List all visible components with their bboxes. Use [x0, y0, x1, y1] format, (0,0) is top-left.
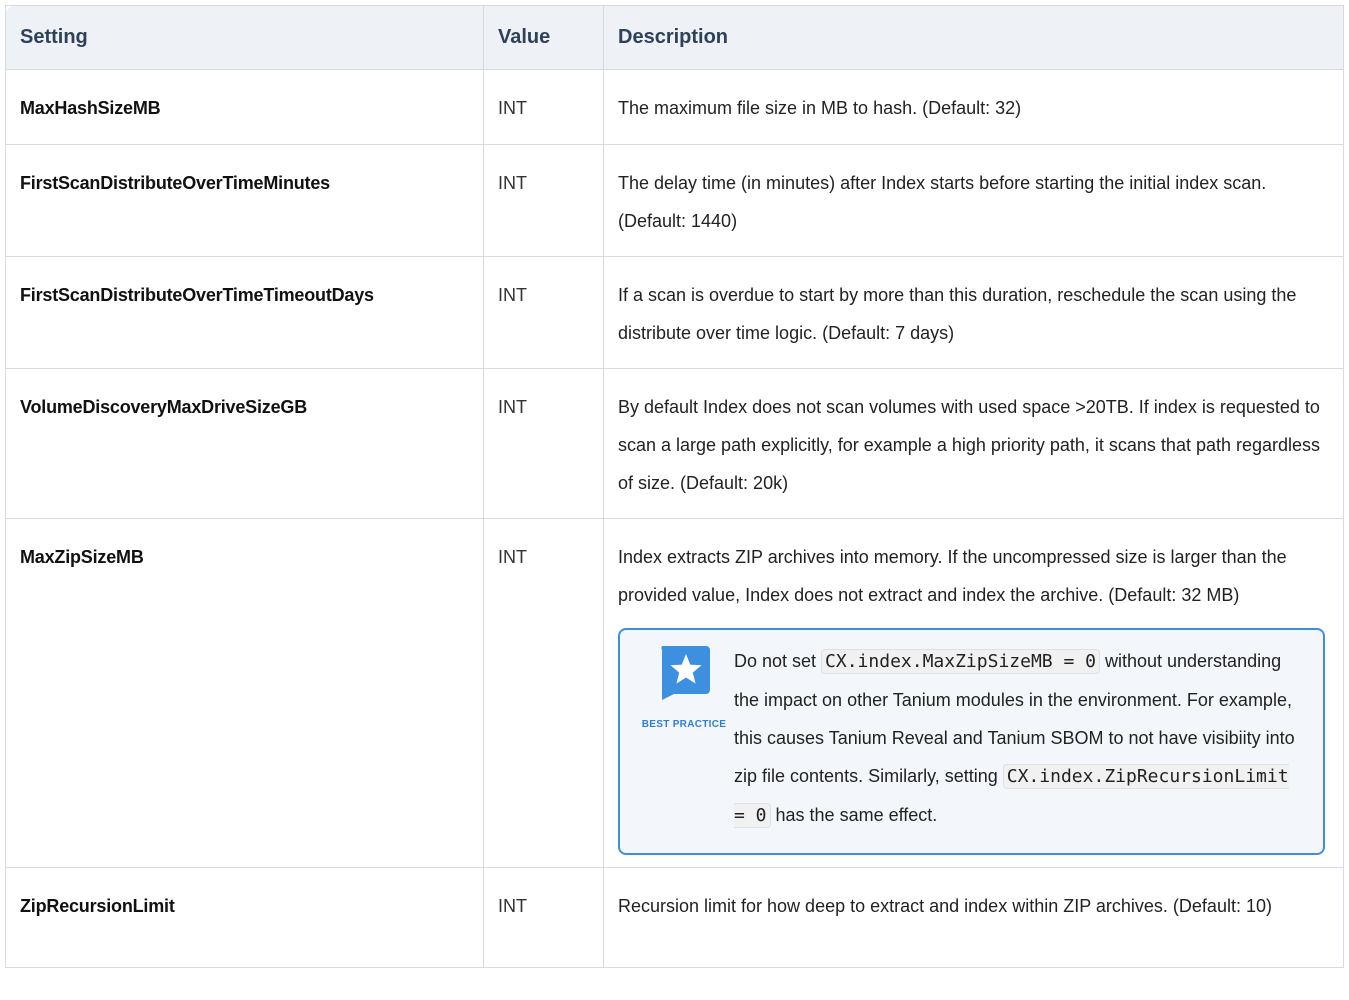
best-practice-badge: BEST PRACTICE	[634, 642, 734, 744]
table-row: FirstScanDistributeOverTimeTimeoutDays I…	[5, 256, 1344, 369]
setting-description-text: Index extracts ZIP archives into memory.…	[618, 547, 1287, 605]
setting-type: INT	[483, 69, 604, 145]
setting-description: Index extracts ZIP archives into memory.…	[603, 518, 1344, 868]
setting-type: INT	[483, 256, 604, 369]
setting-description: The maximum file size in MB to hash. (De…	[603, 69, 1344, 145]
header-value: Value	[483, 5, 604, 70]
setting-type: INT	[483, 368, 604, 519]
setting-name: FirstScanDistributeOverTimeTimeoutDays	[5, 256, 484, 369]
code-max-zip-size: CX.index.MaxZipSizeMB = 0	[821, 649, 1100, 674]
setting-name: ZipRecursionLimit	[5, 867, 484, 968]
table-row: MaxZipSizeMB INT Index extracts ZIP arch…	[5, 518, 1344, 868]
setting-name: FirstScanDistributeOverTimeMinutes	[5, 144, 484, 257]
best-practice-callout: BEST PRACTICE Do not set CX.index.MaxZip…	[618, 628, 1325, 855]
settings-table: Setting Value Description MaxHashSizeMB …	[5, 5, 1344, 968]
best-practice-text: Do not set CX.index.MaxZipSizeMB = 0 wit…	[734, 649, 1295, 828]
header-setting: Setting	[5, 5, 484, 70]
setting-type: INT	[483, 518, 604, 868]
setting-name: MaxHashSizeMB	[5, 69, 484, 145]
setting-type: INT	[483, 144, 604, 257]
setting-name: MaxZipSizeMB	[5, 518, 484, 868]
table-row: MaxHashSizeMB INT The maximum file size …	[5, 69, 1344, 145]
best-practice-label: BEST PRACTICE	[641, 719, 727, 730]
setting-description: By default Index does not scan volumes w…	[603, 368, 1344, 519]
setting-type: INT	[483, 867, 604, 968]
table-header-row: Setting Value Description	[5, 5, 1344, 70]
settings-table-container: Setting Value Description MaxHashSizeMB …	[5, 5, 1344, 968]
table-row: VolumeDiscoveryMaxDriveSizeGB INT By def…	[5, 368, 1344, 519]
setting-description: Recursion limit for how deep to extract …	[603, 867, 1344, 968]
star-speech-bubble-icon	[661, 646, 710, 700]
header-description: Description	[603, 5, 1344, 70]
setting-description: The delay time (in minutes) after Index …	[603, 144, 1344, 257]
table-row: ZipRecursionLimit INT Recursion limit fo…	[5, 867, 1344, 968]
setting-description: If a scan is overdue to start by more th…	[603, 256, 1344, 369]
setting-name: VolumeDiscoveryMaxDriveSizeGB	[5, 368, 484, 519]
table-row: FirstScanDistributeOverTimeMinutes INT T…	[5, 144, 1344, 257]
